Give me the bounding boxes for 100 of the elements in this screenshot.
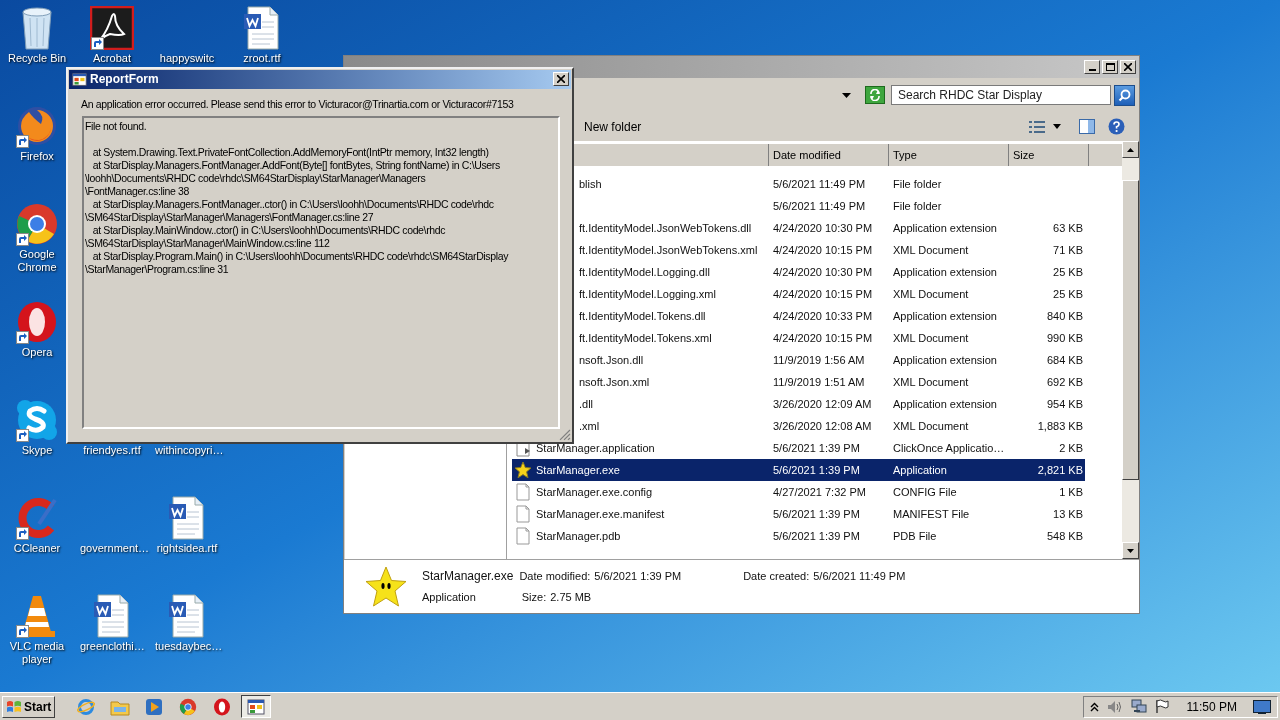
date-modified: 5/6/2021 11:49 PM (773, 177, 866, 190)
date-modified: 4/24/2020 10:30 PM (773, 221, 873, 234)
date-created-value: 5/6/2021 11:49 PM (813, 569, 906, 584)
desktop-icon-label[interactable]: Skype (21, 444, 53, 457)
media-player-icon (145, 697, 164, 716)
file-row[interactable]: StarManager.exe.config 4/27/2021 7:32 PM CONFIG File 1 KB (512, 481, 1085, 503)
file-row[interactable]: ft.IdentityModel.Tokens.xml 4/24/2020 10:15 PM XML Document 990 KB (577, 327, 1085, 349)
desktop-icon-label[interactable]: Google Chrome (5, 248, 69, 274)
file-row[interactable]: nsoft.Json.xml 11/9/2019 1:51 AM XML Document 692 KB (577, 371, 1085, 393)
preview-pane-icon[interactable] (1079, 119, 1095, 134)
file-name: StarManager.exe.manifest (536, 506, 665, 522)
minimize-button[interactable] (1084, 60, 1100, 74)
close-button[interactable] (1120, 60, 1136, 74)
date-created-label: Date created: (743, 569, 810, 584)
scroll-up-button[interactable] (1122, 141, 1139, 158)
file-size: 13 KB (1053, 506, 1083, 522)
network-icon[interactable] (1130, 699, 1147, 714)
file-row[interactable]: StarManager.pdb 5/6/2021 1:39 PM PDB File 548 KB (512, 525, 1085, 547)
browser-icon (77, 697, 96, 716)
dropdown-caret-icon[interactable] (842, 92, 851, 98)
file-type: XML Document (893, 243, 969, 256)
column-header[interactable]: Size (1009, 144, 1089, 166)
file-type: Application (893, 463, 947, 476)
speaker-icon[interactable] (1106, 699, 1123, 714)
desktop-icon-label[interactable]: tuesdaybec… (155, 640, 219, 653)
document-icon (242, 6, 282, 50)
chevron-up-icon[interactable] (1089, 701, 1099, 712)
size-value: 2.75 MB (550, 590, 592, 606)
error-text-line: \SM64StarDisplay\StarManager\Managers\FontManager.cs:line 27 (85, 210, 375, 224)
file-row[interactable]: blish 5/6/2021 11:49 PM File folder (577, 173, 1085, 195)
error-text-line: \StarManager\Program.cs:line 31 (85, 262, 230, 276)
desktop-icon-label[interactable]: Opera (21, 346, 53, 359)
clock[interactable]: 11:50 PM (1186, 697, 1237, 716)
file-row[interactable]: .dll 3/26/2020 12:09 AM Application extension 954 KB (577, 393, 1085, 415)
flag-icon[interactable] (1154, 699, 1169, 714)
search-button[interactable] (1114, 84, 1135, 106)
file-type: ClickOnce Applicatio… (893, 441, 1005, 454)
dropdown-caret-icon[interactable] (1053, 124, 1061, 129)
opera-icon (213, 697, 232, 716)
file-row[interactable]: ft.IdentityModel.JsonWebTokens.xml 4/24/2020 10:15 PM XML Document 71 KB (577, 239, 1085, 261)
file-size: 25 KB (1053, 264, 1083, 280)
date-modified: 4/24/2020 10:33 PM (773, 309, 873, 322)
taskbar-button[interactable] (241, 695, 272, 718)
desktop-icon-label[interactable]: Acrobat (93, 52, 131, 65)
chrome-icon (179, 697, 198, 716)
file-icon (514, 505, 532, 523)
file-size: 990 KB (1046, 330, 1083, 346)
desktop-icon-label[interactable]: zroot.rtf (243, 52, 281, 65)
file-name: nsoft.Json.xml (579, 374, 650, 390)
file-size: 954 KB (1046, 396, 1083, 412)
desktop-icon-label[interactable]: happyswitc (159, 52, 215, 65)
new-folder-button[interactable]: New folder (576, 115, 650, 138)
date-modified: 5/6/2021 1:39 PM (773, 441, 860, 454)
file-size: 71 KB (1053, 242, 1083, 258)
file-name: StarManager.exe (422, 568, 514, 586)
maximize-button[interactable] (1102, 60, 1118, 74)
vertical-scrollbar[interactable] (1122, 141, 1139, 559)
file-row[interactable]: ft.IdentityModel.Logging.dll 4/24/2020 10:30 PM Application extension 25 KB (577, 261, 1085, 283)
file-type: XML Document (893, 331, 969, 344)
file-row[interactable]: nsoft.Json.dll 11/9/2019 1:56 AM Application extension 684 KB (577, 349, 1085, 371)
view-list-icon[interactable] (1029, 119, 1045, 134)
refresh-icon (869, 89, 881, 101)
document-icon (167, 594, 207, 638)
scroll-thumb[interactable] (1122, 180, 1139, 480)
start-button[interactable]: Start (2, 695, 56, 718)
desktop-icon-label[interactable]: VLC media player (5, 640, 69, 666)
file-name: ft.IdentityModel.Logging.xml (579, 286, 716, 302)
file-row[interactable]: ft.IdentityModel.Tokens.dll 4/24/2020 10:33 PM Application extension 840 KB (577, 305, 1085, 327)
show-desktop-icon[interactable] (1253, 699, 1271, 714)
column-header[interactable]: Date modified (769, 144, 889, 166)
file-row[interactable]: ft.IdentityModel.JsonWebTokens.dll 4/24/2020 10:30 PM Application extension 63 KB (577, 217, 1085, 239)
file-row[interactable]: 5/6/2021 11:49 PM File folder (577, 195, 1085, 217)
file-size: 548 KB (1046, 528, 1083, 544)
desktop-icon-label[interactable]: Firefox (20, 150, 54, 163)
error-message: An application error occurred. Please send this error to Victuracor@Trinartia.com or Victuracor#7153 (81, 96, 515, 112)
star-icon (514, 461, 532, 479)
file-row[interactable]: .xml 3/26/2020 12:08 AM XML Document 1,883 KB (577, 415, 1085, 437)
file-row[interactable]: StarManager.exe 5/6/2021 1:39 PM Application 2,821 KB (512, 459, 1085, 481)
star-icon (364, 564, 408, 609)
desktop-icon-label[interactable]: rightsidea.rtf (156, 542, 218, 555)
close-icon (1124, 63, 1132, 71)
search-field[interactable]: Search RHDC Star Display (891, 85, 1111, 105)
column-header[interactable]: Type (889, 144, 1009, 166)
resize-grip-icon[interactable] (559, 429, 571, 441)
close-button[interactable] (553, 72, 569, 87)
error-text-line: \SM64StarDisplay\StarManager\MainWindow.cs:line 112 (85, 236, 331, 250)
file-name: StarManager.exe (536, 462, 620, 478)
file-type: MANIFEST File (893, 507, 970, 520)
scroll-down-button[interactable] (1122, 542, 1139, 559)
help-icon[interactable] (1108, 118, 1125, 135)
arrow-down-icon (1127, 548, 1134, 553)
desktop-icon-label[interactable]: CCleaner (13, 542, 61, 555)
refresh-button[interactable] (865, 86, 885, 104)
file-name: blish (579, 176, 602, 192)
desktop-icon-label[interactable]: friendyes.rtf (83, 444, 141, 457)
desktop-icon-label[interactable]: Recycle Bin (7, 52, 67, 65)
file-row[interactable]: ft.IdentityModel.Logging.xml 4/24/2020 10:15 PM XML Document 25 KB (577, 283, 1085, 305)
desktop-icon-label[interactable]: greenclothi… (80, 640, 144, 653)
date-modified: 5/6/2021 1:39 PM (773, 463, 860, 476)
file-row[interactable]: StarManager.exe.manifest 5/6/2021 1:39 PM MANIFEST File 13 KB (512, 503, 1085, 525)
